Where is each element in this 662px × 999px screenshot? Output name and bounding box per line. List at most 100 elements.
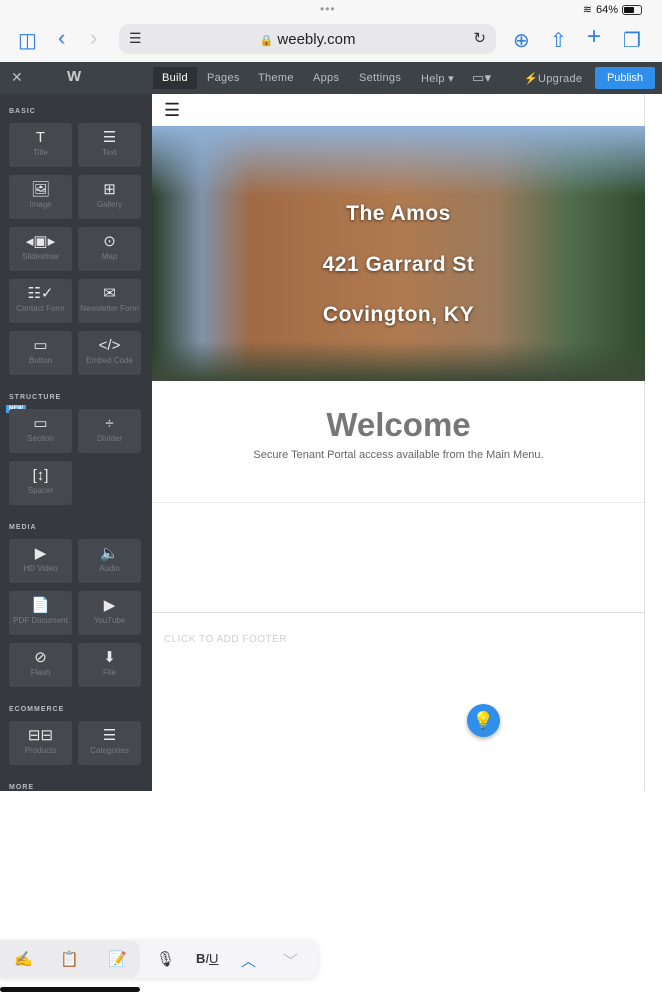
bold-italic-underline-button[interactable]: BIU <box>196 951 218 966</box>
element-icon: ✉ <box>103 285 116 302</box>
element-tile-flash[interactable]: ⊘ Flash <box>9 643 72 687</box>
elements-sidebar: BASIC T Title ☰ Text 🖼 Image ⊞ Gallery ◂▣▸ Slidesh… <box>0 94 152 791</box>
element-tile-embed-code[interactable]: </> Embed Code <box>78 331 141 375</box>
footer-placeholder[interactable]: CLICK TO ADD FOOTER <box>164 634 287 645</box>
element-label: Categories <box>90 746 129 755</box>
element-icon: ⊟⊟ <box>27 727 54 744</box>
tab-settings[interactable]: Settings <box>351 69 409 89</box>
hero-line-2[interactable]: 421 Garrard St <box>152 253 645 277</box>
element-label: Section <box>27 434 54 443</box>
element-icon: ☰ <box>102 129 117 146</box>
keyboard-accessory-bar: ✍ 📋 📝 🎙 BIU ︿ ﹀ <box>0 940 318 978</box>
element-icon: [↕] <box>32 467 49 484</box>
chevron-up-icon[interactable]: ︿ <box>241 950 256 971</box>
element-label: Image <box>29 200 52 209</box>
multitask-dots[interactable]: ••• <box>320 2 336 16</box>
section-heading: ECOMMERCE <box>9 706 65 713</box>
upgrade-label: Upgrade <box>538 73 583 85</box>
weebly-logo-icon[interactable]: W <box>67 68 81 85</box>
element-label: PDF Document <box>13 616 68 625</box>
reload-icon[interactable]: ↻ <box>473 29 486 47</box>
microphone-icon[interactable]: 🎙 <box>156 950 175 968</box>
battery-status: ≋ 64% <box>583 3 642 16</box>
share-icon[interactable]: ⇧ <box>550 28 567 53</box>
element-label: YouTube <box>93 616 126 625</box>
tabs-icon[interactable]: ❐ <box>623 28 641 53</box>
lightning-icon: ⚡ <box>524 73 538 85</box>
forward-icon[interactable]: › <box>90 25 97 51</box>
download-icon[interactable]: ⊕ <box>513 28 530 53</box>
handwriting-icon[interactable]: ✍ <box>14 950 33 968</box>
element-icon: ÷ <box>105 415 114 432</box>
lightbulb-help-button[interactable]: 💡 <box>467 704 500 737</box>
back-icon[interactable]: ‹ <box>58 25 65 51</box>
weebly-toolbar: ✕ W Build Pages Theme Apps Settings Help… <box>0 62 662 94</box>
element-icon: 🖼 <box>30 181 51 198</box>
lightbulb-icon: 💡 <box>472 711 495 730</box>
element-tile-text[interactable]: ☰ Text <box>78 123 141 167</box>
element-icon: 📄 <box>31 597 50 614</box>
element-tile-audio[interactable]: 🔈 Audio <box>78 539 141 583</box>
element-tile-title[interactable]: T Title <box>9 123 72 167</box>
note-icon[interactable]: 📝 <box>108 950 127 968</box>
element-label: Contact Form <box>16 304 65 313</box>
tab-pages[interactable]: Pages <box>199 69 248 89</box>
element-tile-file[interactable]: ⬇ File <box>78 643 141 687</box>
element-tile-gallery[interactable]: ⊞ Gallery <box>78 175 141 219</box>
element-icon: ▶ <box>34 545 47 562</box>
element-label: Embed Code <box>86 356 133 365</box>
chevron-down-icon[interactable]: ﹀ <box>283 950 298 971</box>
address-bar[interactable]: ☰ 🔒 weebly.com ↻ <box>119 24 496 54</box>
hamburger-menu-icon[interactable]: ☰ <box>164 100 180 121</box>
sidebar-toggle-icon[interactable]: ◫ <box>18 28 37 53</box>
section-heading: MEDIA <box>9 524 37 531</box>
divider <box>152 612 645 613</box>
tab-build[interactable]: Build <box>153 67 197 89</box>
element-tile-image[interactable]: 🖼 Image <box>9 175 72 219</box>
element-tile-contact-form[interactable]: ☷✓ Contact Form <box>9 279 72 323</box>
publish-button[interactable]: Publish <box>595 67 655 89</box>
element-tile-pdf-document[interactable]: 📄 PDF Document <box>9 591 72 635</box>
tab-apps[interactable]: Apps <box>305 69 347 89</box>
status-bar: ••• ≋ 64% <box>0 0 662 20</box>
tab-theme[interactable]: Theme <box>250 69 302 89</box>
element-icon: ⊘ <box>34 649 47 666</box>
element-icon: ☰ <box>102 727 117 744</box>
upgrade-button[interactable]: ⚡Upgrade <box>516 69 590 89</box>
lock-icon: 🔒 <box>259 35 274 47</box>
device-preview-icon[interactable]: ▭▾ <box>464 67 499 87</box>
welcome-subtitle[interactable]: Secure Tenant Portal access available fr… <box>152 449 645 461</box>
element-icon: ◂▣▸ <box>25 233 56 250</box>
url-text: weebly.com <box>277 31 356 48</box>
element-label: Title <box>33 148 48 157</box>
hero-line-1[interactable]: The Amos <box>152 202 645 226</box>
close-icon[interactable]: ✕ <box>11 69 23 86</box>
element-tile-spacer[interactable]: [↕] Spacer <box>9 461 72 505</box>
element-tile-divider[interactable]: ÷ Divider <box>78 409 141 453</box>
divider <box>152 502 645 503</box>
element-tile-hd-video[interactable]: ▶ HD Video <box>9 539 72 583</box>
element-tile-newsletter-form[interactable]: ✉ Newsletter Form <box>78 279 141 323</box>
new-tab-icon[interactable]: + <box>587 23 601 51</box>
section-heading: BASIC <box>9 108 36 115</box>
element-tile-map[interactable]: ⊙ Map <box>78 227 141 271</box>
element-label: Divider <box>97 434 122 443</box>
home-indicator <box>0 987 140 992</box>
element-label: Button <box>28 356 53 365</box>
element-tile-youtube[interactable]: ▶ YouTube <box>78 591 141 635</box>
welcome-heading[interactable]: Welcome <box>152 406 645 444</box>
hero-banner[interactable]: The Amos 421 Garrard St Covington, KY <box>152 126 645 381</box>
element-icon: 🔈 <box>100 545 119 562</box>
element-tile-slideshow[interactable]: ◂▣▸ Slideshow <box>9 227 72 271</box>
hero-line-3[interactable]: Covington, KY <box>152 303 645 327</box>
element-tile-section[interactable]: ▭ Section <box>9 409 72 453</box>
element-label: HD Video <box>23 564 58 573</box>
element-tile-products[interactable]: ⊟⊟ Products <box>9 721 72 765</box>
element-tile-categories[interactable]: ☰ Categories <box>78 721 141 765</box>
battery-icon <box>622 4 642 15</box>
element-label: Text <box>102 148 117 157</box>
paste-icon[interactable]: 📋 <box>60 950 79 968</box>
element-tile-button[interactable]: ▭ Button <box>9 331 72 375</box>
element-icon: ▶ <box>103 597 116 614</box>
tab-help[interactable]: Help ▾ <box>413 69 462 89</box>
